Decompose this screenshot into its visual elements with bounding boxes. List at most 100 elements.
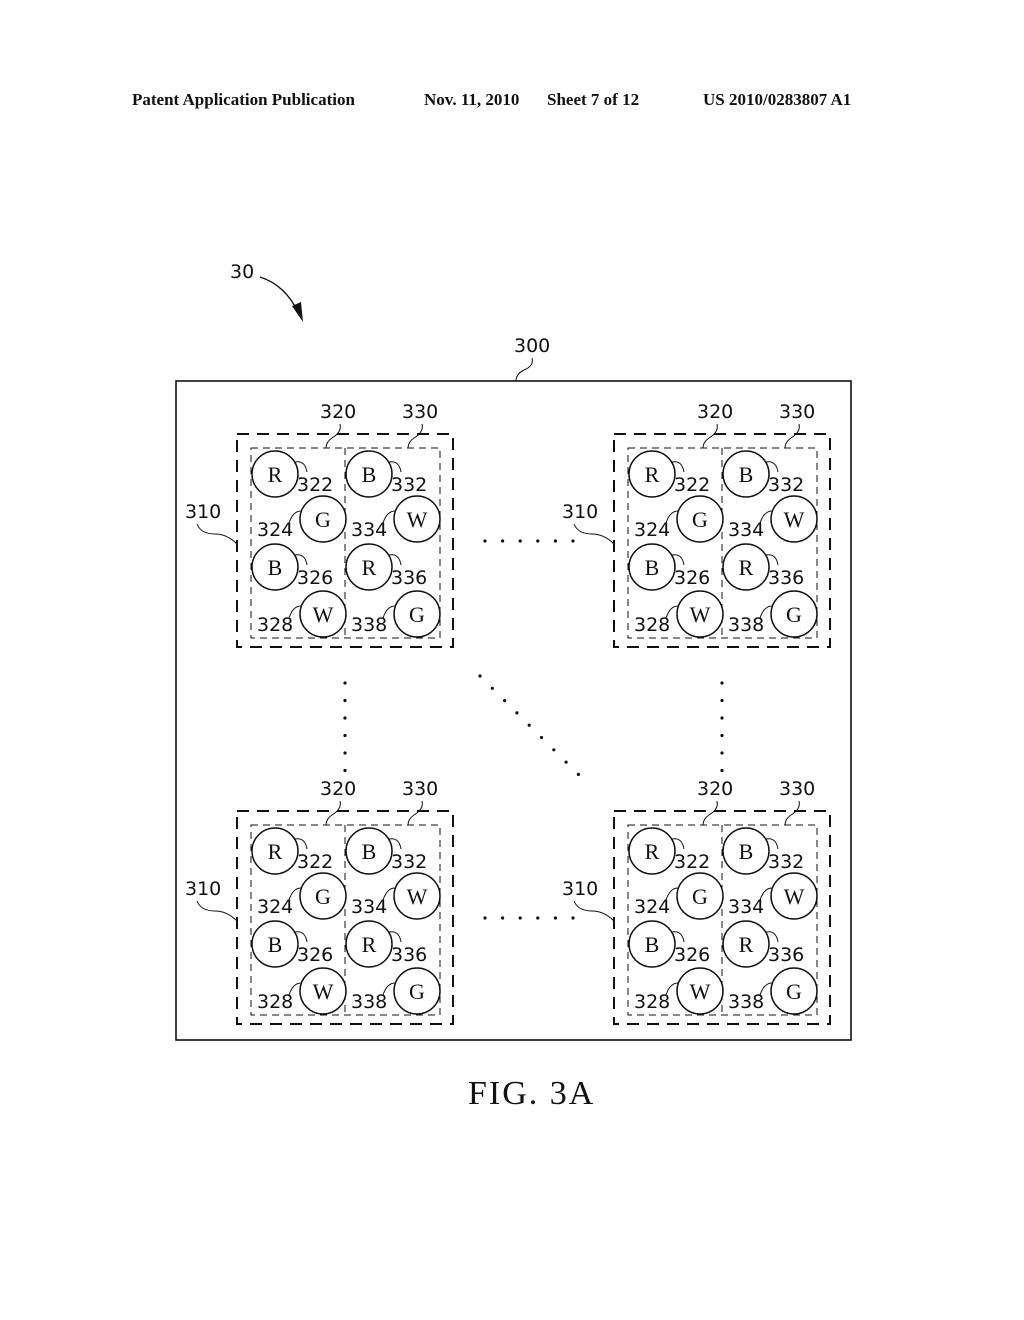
subpixel-color-letter: B xyxy=(268,932,283,957)
subpixel-ref-label: 326 xyxy=(297,944,333,966)
subpixel-color-letter: B xyxy=(739,462,754,487)
subpixel-color-letter: W xyxy=(313,979,334,1004)
subpixel-color-letter: R xyxy=(268,839,283,864)
subpixel-ref-label: 332 xyxy=(391,474,427,496)
right-group-subpixel-334: W 334 xyxy=(351,495,441,543)
ellipsis-dot xyxy=(720,751,724,755)
ellipsis-dot xyxy=(720,681,724,685)
right-group-subpixel-334: W 334 xyxy=(351,872,441,920)
ellipsis-dot xyxy=(553,916,558,920)
subpixel-color-letter: G xyxy=(315,507,331,532)
module-ref-leader xyxy=(196,523,238,545)
module-310-bottom-right: 310 320 330 R 322 G 324 B 326 W 328 B 332 W 334 R 336 G 33… xyxy=(562,778,831,1025)
ellipsis-dot xyxy=(720,768,724,773)
ellipsis-dot xyxy=(571,539,575,543)
subpixel-ref-label: 322 xyxy=(297,851,333,873)
panel-ref-label: 300 xyxy=(514,335,550,357)
subpixel-ref-label: 332 xyxy=(768,851,804,873)
ellipsis-horizontal-top xyxy=(483,539,575,543)
right-group-ref-label: 330 xyxy=(402,401,438,423)
subpixel-color-letter: W xyxy=(407,507,428,532)
subpixel-ref-label: 332 xyxy=(391,851,427,873)
subpixel-ref-label: 326 xyxy=(297,567,333,589)
subpixel-ref-label: 336 xyxy=(768,944,804,966)
subpixel-color-letter: B xyxy=(645,932,660,957)
figure-caption: FIG. 3A xyxy=(468,1075,595,1112)
module-ref-label: 310 xyxy=(185,878,221,900)
ellipsis-dot xyxy=(503,699,507,703)
subpixel-ref-label: 334 xyxy=(728,896,764,918)
left-group-subpixel-328: W 328 xyxy=(257,967,347,1015)
module-ref-leader xyxy=(573,523,615,545)
left-group-subpixel-328: W 328 xyxy=(634,590,724,638)
subpixel-ref-label: 336 xyxy=(768,567,804,589)
ellipsis-dot xyxy=(483,539,487,543)
subpixel-color-letter: G xyxy=(786,979,802,1004)
device-ref-label: 30 xyxy=(230,261,254,283)
ellipsis-dot xyxy=(720,698,724,703)
ellipsis-dot xyxy=(553,539,558,543)
module-ref-label: 310 xyxy=(562,501,598,523)
ellipsis-dot xyxy=(576,772,581,777)
right-group-ref-label: 330 xyxy=(402,778,438,800)
right-group-subpixel-338: G 338 xyxy=(728,590,818,638)
subpixel-ref-label: 328 xyxy=(634,614,670,636)
subpixel-ref-label: 326 xyxy=(674,944,710,966)
patent-figure: 30 300 310 320 330 R 322 G 324 B 326 W 328 B 332 W 334… xyxy=(175,261,852,1112)
subpixel-ref-label: 328 xyxy=(257,614,293,636)
right-group-subpixel-336: R 336 xyxy=(345,543,427,591)
left-group-ref-label: 320 xyxy=(697,778,733,800)
subpixel-ref-label: 334 xyxy=(728,519,764,541)
left-group-ref-leader xyxy=(702,423,718,449)
subpixel-color-letter: G xyxy=(409,979,425,1004)
left-group-subpixel-324: G 324 xyxy=(634,872,724,920)
left-group-subpixel-324: G 324 xyxy=(634,495,724,543)
right-group-subpixel-332: B 332 xyxy=(345,827,427,875)
right-group-subpixel-336: R 336 xyxy=(722,543,804,591)
right-group-subpixel-334: W 334 xyxy=(728,495,818,543)
left-group-subpixel-326: B 326 xyxy=(628,920,710,968)
device-ref-arrow xyxy=(259,276,299,313)
subpixel-ref-label: 334 xyxy=(351,896,387,918)
right-group-subpixel-332: B 332 xyxy=(345,450,427,498)
right-group-subpixel-338: G 338 xyxy=(728,967,818,1015)
panel-ref-leader xyxy=(515,357,533,382)
ellipsis-vertical-left xyxy=(343,681,347,773)
ellipsis-dot xyxy=(515,711,519,715)
ellipsis-dot xyxy=(518,539,522,543)
subpixel-color-letter: R xyxy=(268,462,283,487)
ellipsis-dot xyxy=(720,733,724,738)
right-group-subpixel-338: G 338 xyxy=(351,590,441,638)
module-ref-leader xyxy=(573,900,615,922)
subpixel-ref-label: 338 xyxy=(351,991,387,1013)
subpixel-ref-label: 328 xyxy=(634,991,670,1013)
subpixel-color-letter: R xyxy=(362,932,377,957)
subpixel-color-letter: R xyxy=(362,555,377,580)
ellipsis-dot xyxy=(343,751,347,755)
left-group-subpixel-328: W 328 xyxy=(257,590,347,638)
subpixel-ref-label: 334 xyxy=(351,519,387,541)
right-group-subpixel-336: R 336 xyxy=(345,920,427,968)
subpixel-color-letter: G xyxy=(692,884,708,909)
left-group-subpixel-328: W 328 xyxy=(634,967,724,1015)
right-group-subpixel-332: B 332 xyxy=(722,827,804,875)
subpixel-ref-label: 326 xyxy=(674,567,710,589)
left-group-ref-leader xyxy=(325,423,341,449)
subpixel-ref-label: 324 xyxy=(634,896,670,918)
ellipsis-dot xyxy=(552,748,556,752)
subpixel-ref-label: 324 xyxy=(257,519,293,541)
subpixel-ref-label: 332 xyxy=(768,474,804,496)
subpixel-color-letter: W xyxy=(690,979,711,1004)
subpixel-color-letter: B xyxy=(362,839,377,864)
subpixel-ref-label: 336 xyxy=(391,944,427,966)
subpixel-ref-label: 322 xyxy=(674,474,710,496)
subpixel-color-letter: R xyxy=(739,932,754,957)
ellipsis-diagonal xyxy=(478,674,581,777)
subpixel-color-letter: R xyxy=(645,839,660,864)
subpixel-ref-label: 338 xyxy=(728,614,764,636)
left-group-subpixel-326: B 326 xyxy=(251,543,333,591)
left-group-subpixel-324: G 324 xyxy=(257,495,347,543)
ellipsis-dot xyxy=(490,686,494,690)
ellipsis-dot xyxy=(539,735,544,740)
left-group-subpixel-326: B 326 xyxy=(251,920,333,968)
